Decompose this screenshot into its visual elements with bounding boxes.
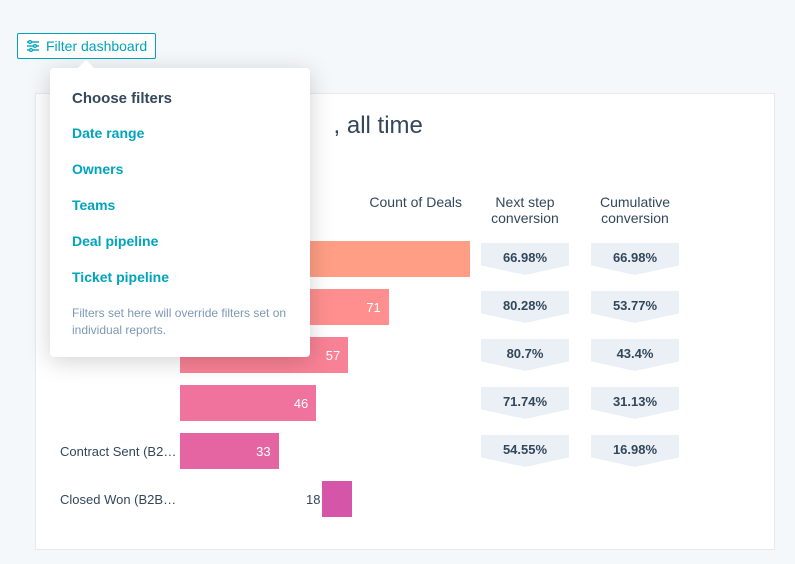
- filter-icon: [26, 40, 40, 52]
- funnel-row: Contract Sent (B2…33 54.55% 16.98%: [60, 428, 750, 474]
- filter-popover: Choose filters Date range Owners Teams Deal…: [50, 68, 310, 357]
- bar-cell: 18: [180, 481, 470, 517]
- header-cum: Cumulative conversion: [580, 194, 690, 226]
- funnel-row: 46 71.74% 31.13%: [60, 380, 750, 426]
- funnel-row: Closed Won (B2B… 18: [60, 476, 750, 522]
- cumulative-cell: 16.98%: [580, 435, 690, 467]
- popover-title: Choose filters: [72, 90, 288, 107]
- filter-link-date-range[interactable]: Date range: [72, 125, 288, 141]
- cumulative-chevron: 16.98%: [591, 435, 679, 467]
- header-next: Next step conversion: [470, 194, 580, 226]
- next-step-chevron: 66.98%: [481, 243, 569, 275]
- next-step-cell: 80.7%: [470, 339, 580, 371]
- filter-link-teams[interactable]: Teams: [72, 197, 288, 213]
- stage-label: Contract Sent (B2…: [60, 444, 180, 459]
- bar[interactable]: 46: [180, 385, 316, 421]
- filter-dashboard-button[interactable]: Filter dashboard: [17, 33, 156, 59]
- stage-label: Closed Won (B2B…: [60, 492, 180, 507]
- bar[interactable]: 33: [180, 433, 279, 469]
- cumulative-cell: 31.13%: [580, 387, 690, 419]
- popover-note: Filters set here will override filters s…: [72, 305, 288, 339]
- cumulative-cell: 43.4%: [580, 339, 690, 371]
- cumulative-chevron: 66.98%: [591, 243, 679, 275]
- filter-link-owners[interactable]: Owners: [72, 161, 288, 177]
- next-step-cell: 66.98%: [470, 243, 580, 275]
- next-step-chevron: 71.74%: [481, 387, 569, 419]
- cumulative-chevron: 43.4%: [591, 339, 679, 371]
- cumulative-cell: 66.98%: [580, 243, 690, 275]
- bar-value: 18: [298, 481, 320, 517]
- next-step-cell: 71.74%: [470, 387, 580, 419]
- cumulative-cell: 53.77%: [580, 291, 690, 323]
- bar-cell: 33: [180, 433, 470, 469]
- next-step-chevron: 80.28%: [481, 291, 569, 323]
- next-step-cell: 54.55%: [470, 435, 580, 467]
- bar[interactable]: [322, 481, 352, 517]
- filter-dashboard-label: Filter dashboard: [46, 38, 147, 54]
- filter-link-deal-pipeline[interactable]: Deal pipeline: [72, 233, 288, 249]
- next-step-chevron: 54.55%: [481, 435, 569, 467]
- next-step-chevron: 80.7%: [481, 339, 569, 371]
- next-step-cell: 80.28%: [470, 291, 580, 323]
- title-fragment: , all time: [334, 112, 423, 139]
- cumulative-chevron: 53.77%: [591, 291, 679, 323]
- bar-cell: 46: [180, 385, 470, 421]
- filter-link-ticket-pipeline[interactable]: Ticket pipeline: [72, 269, 288, 285]
- cumulative-chevron: 31.13%: [591, 387, 679, 419]
